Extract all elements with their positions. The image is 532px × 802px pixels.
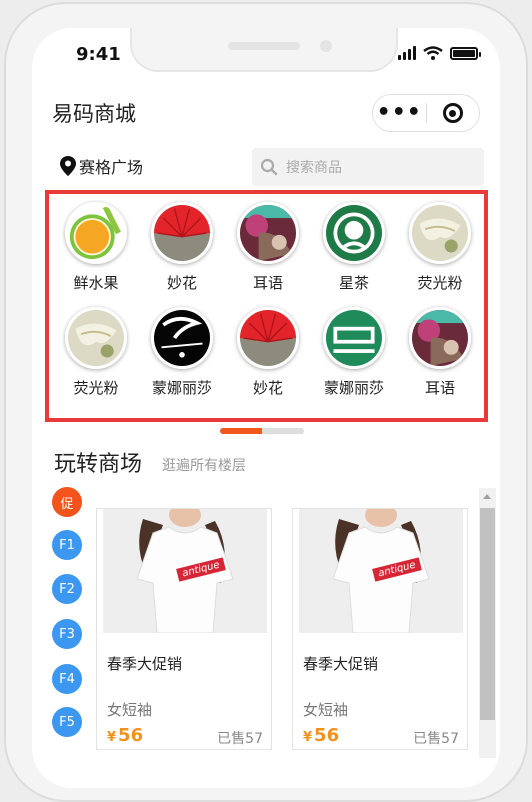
category-label: 荧光粉	[73, 379, 119, 397]
page-title: 易码商城	[52, 102, 136, 126]
category-item[interactable]: 星茶	[311, 202, 397, 293]
floor-button-f3[interactable]: F3	[52, 619, 82, 649]
wifi-icon	[423, 46, 443, 60]
status-time: 9:41	[76, 44, 121, 65]
section-subtitle: 逛遍所有楼层	[162, 458, 246, 474]
category-image	[409, 202, 471, 264]
floor-button-f2[interactable]: F2	[52, 574, 82, 604]
product-price: ¥56	[303, 725, 339, 746]
sold-count: 已售57	[413, 731, 459, 747]
floor-button-promo[interactable]: 促	[52, 487, 82, 517]
category-item[interactable]: 荧光粉	[397, 202, 483, 293]
location-selector[interactable]: 赛格广场	[60, 154, 143, 178]
floor-button-f1[interactable]: F1	[52, 530, 82, 560]
product-name: 春季大促销	[107, 655, 183, 673]
category-item[interactable]: 鲜水果	[53, 202, 139, 293]
notch	[130, 28, 398, 72]
category-image	[237, 202, 299, 264]
category-label: 荧光粉	[417, 274, 463, 292]
search-icon	[260, 158, 278, 176]
product-image: antique	[103, 509, 267, 633]
category-grid: 鲜水果 妙花 耳语 星茶 荧光粉 荧光粉 蒙娜丽莎 妙花 蒙娜丽莎 耳语	[53, 202, 483, 398]
category-label: 耳语	[252, 274, 283, 292]
status-icons	[398, 46, 481, 60]
category-label: 鲜水果	[73, 274, 119, 292]
product-card[interactable]: antique 春季大促销 女短袖 ¥56 已售57	[96, 508, 272, 750]
category-label: 蒙娜丽莎	[323, 379, 384, 397]
scrollbar-thumb[interactable]	[480, 508, 495, 720]
mini-program-capsule: •••	[372, 94, 480, 132]
signal-icon	[398, 46, 416, 60]
product-card[interactable]: antique 春季大促销 女短袖 ¥56 已售57	[292, 508, 468, 750]
category-item[interactable]: 荧光粉	[53, 307, 139, 398]
sold-count: 已售57	[217, 731, 263, 747]
category-label: 妙花	[252, 379, 283, 397]
product-image: antique	[299, 509, 463, 633]
location-name: 赛格广场	[79, 158, 144, 177]
product-price: ¥56	[107, 725, 143, 746]
category-image	[409, 307, 471, 369]
category-image	[323, 202, 385, 264]
search-placeholder: 搜索商品	[286, 160, 342, 176]
category-image	[237, 307, 299, 369]
page-indicator	[220, 428, 304, 434]
close-target-button[interactable]	[427, 103, 480, 123]
category-item[interactable]: 耳语	[397, 307, 483, 398]
search-input[interactable]: 搜索商品	[252, 148, 484, 186]
category-item[interactable]: 蒙娜丽莎	[311, 307, 397, 398]
category-image	[151, 307, 213, 369]
scroll-up-arrow-icon[interactable]	[483, 494, 491, 499]
scrollbar[interactable]	[479, 488, 496, 758]
phone-frame: 9:41 易码商城 ••• 赛格广场 搜索商品 鲜水果 妙花 耳语 星茶 荧光粉…	[0, 0, 532, 802]
speaker	[228, 42, 300, 50]
category-label: 蒙娜丽莎	[151, 379, 212, 397]
product-name: 春季大促销	[303, 655, 379, 673]
category-label: 星茶	[338, 274, 369, 292]
currency-symbol: ¥	[107, 730, 117, 745]
battery-icon	[450, 47, 481, 60]
price-value: 56	[314, 725, 340, 746]
category-item[interactable]: 妙花	[225, 307, 311, 398]
category-item[interactable]: 耳语	[225, 202, 311, 293]
section-title: 玩转商场	[54, 452, 143, 477]
product-subtitle: 女短袖	[107, 701, 153, 719]
more-button[interactable]: •••	[373, 102, 426, 124]
product-subtitle: 女短袖	[303, 701, 349, 719]
category-item[interactable]: 蒙娜丽莎	[139, 307, 225, 398]
floor-button-f5[interactable]: F5	[52, 707, 82, 737]
floor-button-f4[interactable]: F4	[52, 664, 82, 694]
category-image	[323, 307, 385, 369]
category-grid-highlight: 鲜水果 妙花 耳语 星茶 荧光粉 荧光粉 蒙娜丽莎 妙花 蒙娜丽莎 耳语	[45, 190, 488, 422]
page-indicator-active	[220, 428, 262, 434]
category-item[interactable]: 妙花	[139, 202, 225, 293]
currency-symbol: ¥	[303, 730, 313, 745]
category-label: 妙花	[166, 274, 197, 292]
location-pin-icon	[60, 156, 76, 176]
category-image	[151, 202, 213, 264]
category-image	[65, 307, 127, 369]
category-image	[65, 202, 127, 264]
target-icon	[442, 103, 463, 123]
category-label: 耳语	[424, 379, 455, 397]
camera-dot	[320, 40, 332, 52]
price-value: 56	[118, 725, 144, 746]
